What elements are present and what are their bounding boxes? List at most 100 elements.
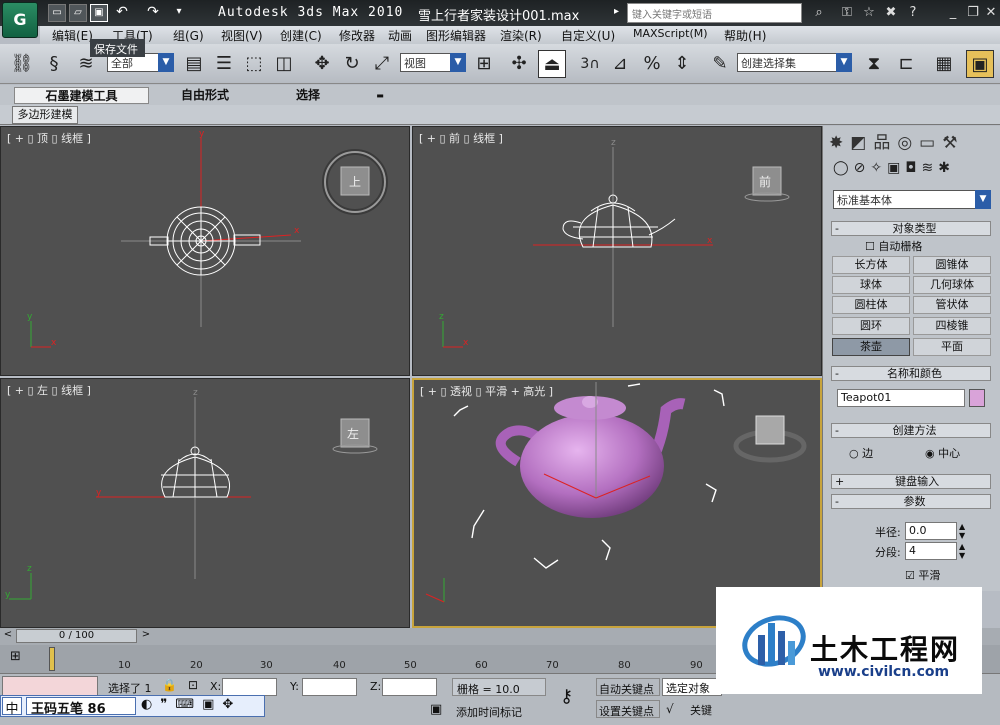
- tab-freeform[interactable]: 自由形式: [160, 87, 250, 104]
- minimize-icon[interactable]: _: [944, 4, 962, 22]
- category-dropdown[interactable]: 标准基本体: [833, 190, 983, 209]
- key-filters-button[interactable]: 关键: [690, 702, 712, 718]
- help-icon[interactable]: ?: [904, 4, 922, 22]
- menu-create[interactable]: 创建(C): [280, 27, 322, 44]
- creation-method-header[interactable]: - 创建方法: [831, 423, 991, 438]
- close-icon[interactable]: ✕: [982, 4, 1000, 22]
- edge-radio[interactable]: ○ 边: [849, 445, 873, 461]
- ime-name[interactable]: 王码五笔 86: [26, 697, 136, 717]
- x-coordinate-field[interactable]: [222, 678, 277, 696]
- segments-spinner[interactable]: ▲ ▼: [959, 542, 965, 560]
- helpers-icon[interactable]: ◘: [905, 160, 921, 176]
- binoculars-icon[interactable]: ⌕: [810, 4, 828, 22]
- tab-polygon-modeling[interactable]: 多边形建模: [12, 106, 78, 124]
- window-crossing-icon[interactable]: ◫: [270, 50, 298, 78]
- redo-icon[interactable]: ↷: [144, 4, 162, 22]
- menu-customize[interactable]: 自定义(U): [561, 27, 615, 44]
- punctuation-icon[interactable]: ❞: [160, 697, 175, 712]
- create-tab-icon[interactable]: ✸: [829, 133, 850, 153]
- soft-keyboard-icon[interactable]: ⌨: [175, 697, 202, 712]
- select-manipulate-icon[interactable]: ✣: [505, 50, 533, 78]
- link-icon[interactable]: ⛓: [8, 50, 36, 78]
- unlink-icon[interactable]: §: [40, 50, 68, 78]
- key-mode-icon[interactable]: ⚷: [560, 686, 573, 707]
- time-cursor[interactable]: [49, 647, 55, 671]
- smooth-checkbox[interactable]: ☑ 平滑: [905, 567, 940, 583]
- spinner-snap-icon[interactable]: ⇕: [668, 50, 696, 78]
- cameras-icon[interactable]: ▣: [887, 160, 905, 176]
- plane-button[interactable]: 平面: [913, 338, 991, 356]
- modify-tab-icon[interactable]: ◩: [850, 133, 873, 153]
- tube-button[interactable]: 管状体: [913, 296, 991, 314]
- object-type-header[interactable]: - 对象类型: [831, 221, 991, 236]
- edit-named-sel-icon[interactable]: ✎: [706, 50, 734, 78]
- lock-selection-icon[interactable]: 🔒: [162, 678, 177, 692]
- save-file-icon[interactable]: ▣: [90, 4, 108, 22]
- cone-button[interactable]: 圆锥体: [913, 256, 991, 274]
- percent-snap-icon[interactable]: %: [638, 50, 666, 78]
- pyramid-button[interactable]: 四棱锥: [913, 317, 991, 335]
- named-selection-dropdown[interactable]: 创建选择集: [737, 53, 837, 72]
- curve-editor-icon[interactable]: ⊞: [10, 649, 30, 667]
- menu-edit[interactable]: 编辑(E): [52, 27, 93, 44]
- key-icon[interactable]: ⚿: [838, 4, 856, 22]
- geosphere-button[interactable]: 几何球体: [913, 276, 991, 294]
- center-radio[interactable]: ◉ 中心: [925, 445, 960, 461]
- viewport-top[interactable]: [ + ▯ 顶 ▯ 线框 ] y x 上 y x: [0, 126, 410, 376]
- restore-icon[interactable]: ❐: [964, 4, 982, 22]
- time-slider-thumb[interactable]: 0 / 100: [16, 629, 137, 643]
- menu-graph-editors[interactable]: 图形编辑器: [426, 27, 486, 44]
- lights-icon[interactable]: ✧: [870, 160, 887, 176]
- app-logo[interactable]: G: [2, 2, 38, 38]
- ime-move-icon[interactable]: ✥: [222, 697, 241, 712]
- hierarchy-tab-icon[interactable]: 品: [873, 133, 897, 153]
- auto-key-button[interactable]: 自动关键点: [596, 678, 660, 696]
- chevron-down-icon[interactable]: ▼: [975, 190, 991, 209]
- maxscript-listener[interactable]: [2, 676, 98, 696]
- utilities-tab-icon[interactable]: ⚒: [942, 133, 964, 153]
- comm-center-icon[interactable]: ✖: [882, 4, 900, 22]
- selected-object-dropdown[interactable]: 选定对象: [662, 678, 722, 696]
- menu-modifiers[interactable]: 修改器: [339, 27, 375, 44]
- chevron-down-icon[interactable]: ▼: [158, 53, 174, 72]
- ime-mode-button[interactable]: 中: [2, 697, 22, 717]
- search-input[interactable]: 键入关键字或短语: [627, 3, 802, 23]
- ref-coord-dropdown[interactable]: 视图: [400, 53, 452, 72]
- half-width-icon[interactable]: ◐: [141, 697, 160, 712]
- display-tab-icon[interactable]: ▭: [919, 133, 942, 153]
- scale-icon[interactable]: ⤢: [368, 50, 396, 78]
- align-icon[interactable]: ⊏: [892, 50, 920, 78]
- mirror-icon[interactable]: ⧗: [860, 50, 888, 78]
- viewport-left[interactable]: [ + ▯ 左 ▯ 线框 ] z y 左 z y: [0, 378, 410, 628]
- menu-animation[interactable]: 动画: [388, 27, 412, 44]
- pivot-icon[interactable]: ⊞: [470, 50, 498, 78]
- geometry-icon[interactable]: ◯: [833, 160, 854, 176]
- search-expand-icon[interactable]: ▸: [614, 6, 619, 17]
- absolute-mode-icon[interactable]: ⊡: [188, 678, 198, 692]
- add-time-tag[interactable]: 添加时间标记: [452, 702, 546, 720]
- move-icon[interactable]: ✥: [308, 50, 336, 78]
- tab-selection[interactable]: 选择: [270, 87, 346, 104]
- radius-input[interactable]: 0.0: [905, 522, 957, 540]
- menu-group[interactable]: 组(G): [173, 27, 204, 44]
- object-color-swatch[interactable]: [969, 389, 985, 407]
- open-file-icon[interactable]: ▱: [69, 4, 87, 22]
- prev-frame-icon[interactable]: <: [2, 629, 14, 643]
- star-icon[interactable]: ☆: [860, 4, 878, 22]
- box-button[interactable]: 长方体: [832, 256, 910, 274]
- chevron-down-icon[interactable]: ▼: [836, 53, 852, 72]
- time-tag-icon[interactable]: ▣: [430, 702, 442, 717]
- angle-snap-icon[interactable]: ⊿: [606, 50, 634, 78]
- select-object-icon[interactable]: ▤: [180, 50, 208, 78]
- new-file-icon[interactable]: ▭: [48, 4, 66, 22]
- autogrid-checkbox[interactable]: ☐ 自动栅格: [865, 238, 922, 254]
- spacewarps-icon[interactable]: ≋: [921, 160, 938, 176]
- keyboard-entry-header[interactable]: + 键盘输入: [831, 474, 991, 489]
- viewport-front[interactable]: [ + ▯ 前 ▯ 线框 ] z x 前 z x: [412, 126, 822, 376]
- filter-icon[interactable]: √: [666, 702, 674, 716]
- motion-tab-icon[interactable]: ◎: [897, 133, 919, 153]
- quick-access-dropdown-icon[interactable]: ▾: [170, 4, 188, 22]
- torus-button[interactable]: 圆环: [832, 317, 910, 335]
- next-frame-icon[interactable]: >: [140, 629, 152, 643]
- radius-spinner[interactable]: ▲ ▼: [959, 522, 965, 540]
